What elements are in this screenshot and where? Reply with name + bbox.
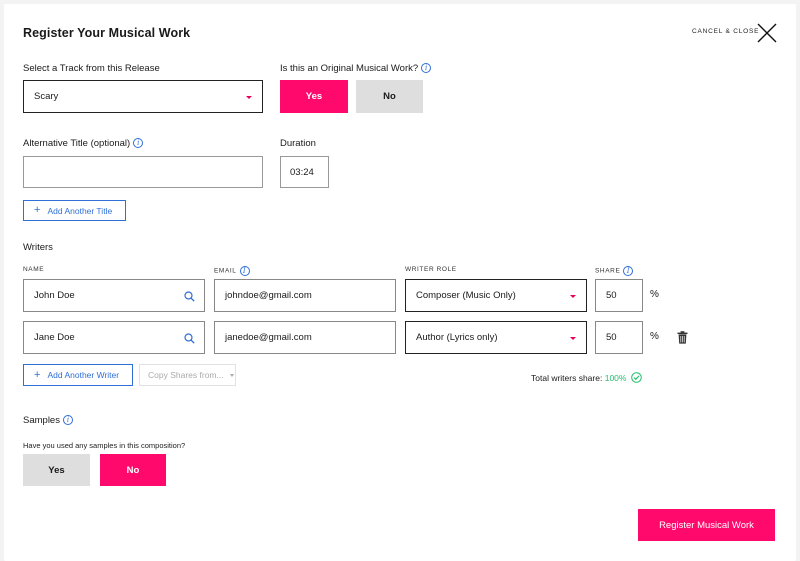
writer-email-input[interactable]: janedoe@gmail.com: [214, 321, 396, 354]
writer-share-input[interactable]: 50: [595, 279, 643, 312]
chevron-down-icon: [570, 294, 576, 298]
column-name-header: NAME: [23, 266, 45, 273]
chevron-down-icon: [229, 373, 234, 377]
samples-question: Have you used any samples in this compos…: [23, 441, 186, 450]
writer-name-value: John Doe: [34, 290, 75, 301]
modal-title: Register Your Musical Work: [23, 26, 191, 40]
add-another-title-label: Add Another Title: [47, 205, 113, 216]
original-work-label-text: Is this an Original Musical Work?: [280, 63, 419, 74]
writer-name-input[interactable]: Jane Doe: [23, 321, 205, 354]
plus-icon: +: [34, 204, 41, 216]
samples-label-text: Samples: [23, 415, 60, 426]
info-icon[interactable]: i: [421, 63, 432, 74]
writer-share-input[interactable]: 50: [595, 321, 643, 354]
chevron-down-icon: [570, 336, 576, 340]
writer-email-input[interactable]: johndoe@gmail.com: [214, 279, 396, 312]
alt-title-label-text: Alternative Title (optional): [23, 138, 131, 149]
track-select[interactable]: Scary: [23, 80, 263, 113]
close-icon[interactable]: [756, 22, 778, 44]
duration-label: Duration: [280, 138, 316, 149]
search-icon[interactable]: [184, 290, 195, 302]
column-email-header-text: EMAIL: [214, 267, 237, 275]
info-icon[interactable]: i: [62, 415, 73, 426]
search-icon[interactable]: [184, 332, 195, 344]
original-no-button[interactable]: No: [356, 80, 423, 113]
info-icon[interactable]: i: [133, 138, 144, 149]
chevron-down-icon: [246, 95, 252, 99]
samples-yes-button[interactable]: Yes: [23, 454, 90, 486]
writers-label: Writers: [23, 242, 53, 253]
plus-icon: +: [34, 368, 41, 381]
percent-sign: %: [650, 331, 659, 342]
writer-role-select[interactable]: Composer (Music Only): [405, 279, 587, 312]
check-circle-icon: [631, 372, 643, 383]
original-work-label: Is this an Original Musical Work? i: [280, 63, 432, 74]
writer-role-value: Composer (Music Only): [416, 290, 516, 301]
add-another-writer-button[interactable]: + Add Another Writer: [23, 364, 133, 386]
copy-shares-dropdown[interactable]: Copy Shares from...: [139, 364, 236, 386]
percent-sign: %: [650, 289, 659, 300]
info-icon[interactable]: i: [239, 266, 250, 276]
writer-role-select[interactable]: Author (Lyrics only): [405, 321, 587, 354]
samples-no-button[interactable]: No: [100, 454, 166, 486]
writer-name-input[interactable]: John Doe: [23, 279, 205, 312]
total-share-value: 100%: [604, 372, 627, 383]
total-share-label: Total writers share:: [531, 372, 603, 383]
original-yes-button[interactable]: Yes: [280, 80, 348, 113]
column-share-header-text: SHARE: [595, 267, 621, 275]
alt-title-input[interactable]: [23, 156, 263, 188]
copy-shares-label: Copy Shares from...: [148, 370, 224, 380]
cancel-close-button[interactable]: CANCEL & CLOSE: [692, 28, 759, 35]
info-icon[interactable]: i: [623, 266, 634, 276]
column-role-header: WRITER ROLE: [405, 266, 457, 273]
register-work-modal: Register Your Musical Work CANCEL & CLOS…: [4, 4, 796, 561]
trash-icon[interactable]: [677, 331, 688, 344]
alt-title-label: Alternative Title (optional) i: [23, 138, 144, 149]
duration-input[interactable]: 03:24: [280, 156, 329, 188]
track-label: Select a Track from this Release: [23, 63, 160, 74]
add-another-writer-label: Add Another Writer: [47, 370, 120, 380]
add-another-title-button[interactable]: + Add Another Title: [23, 200, 126, 221]
column-share-header: SHARE i: [595, 266, 634, 276]
register-musical-work-button[interactable]: Register Musical Work: [638, 509, 775, 541]
writer-name-value: Jane Doe: [34, 332, 75, 343]
writer-role-value: Author (Lyrics only): [416, 332, 498, 343]
samples-label: Samples i: [23, 415, 73, 426]
total-writers-share: Total writers share: 100%: [531, 372, 643, 383]
track-select-value: Scary: [34, 91, 59, 102]
column-email-header: EMAIL i: [214, 266, 250, 276]
